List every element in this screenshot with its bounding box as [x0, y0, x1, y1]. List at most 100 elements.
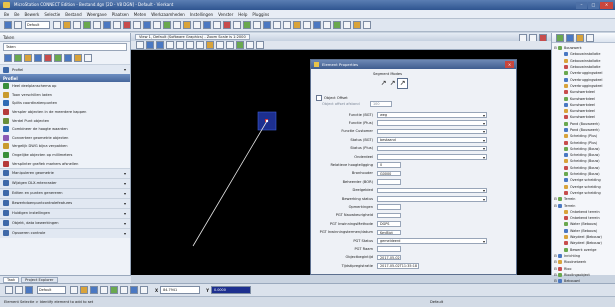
- pattern-icon[interactable]: [233, 21, 241, 29]
- segment-mode-curve-icon[interactable]: ↗: [379, 79, 388, 88]
- tree-tool-icon[interactable]: [566, 33, 574, 42]
- view-attributes-icon[interactable]: [136, 41, 144, 49]
- open-icon[interactable]: [323, 21, 331, 29]
- tool-icon[interactable]: [44, 54, 52, 62]
- rotate-icon[interactable]: [153, 21, 161, 29]
- tool-icon[interactable]: [64, 54, 72, 62]
- field-dropdown[interactable]: [377, 128, 487, 135]
- render-icon[interactable]: [226, 41, 234, 49]
- tool-icon[interactable]: [14, 54, 22, 62]
- segment-mode-box-icon[interactable]: ↗: [397, 78, 408, 89]
- tool-icon[interactable]: [54, 54, 62, 62]
- menu-item[interactable]: Plaatsen: [112, 12, 129, 17]
- model-icon[interactable]: [363, 21, 371, 29]
- close-button[interactable]: ×: [600, 1, 613, 9]
- raster-icon[interactable]: [343, 21, 351, 29]
- task-group[interactable]: Objekt, data bewerkingen ▾: [0, 217, 130, 228]
- tool-icon[interactable]: [110, 286, 118, 294]
- field-dropdown[interactable]: weg: [377, 112, 487, 118]
- menu-item[interactable]: Venster: [218, 12, 233, 17]
- select-icon[interactable]: [4, 21, 12, 29]
- reference-icon[interactable]: [333, 21, 341, 29]
- field-input[interactable]: DGPS: [377, 221, 401, 227]
- menu-item[interactable]: Be: [14, 12, 19, 17]
- bottom-level-select[interactable]: Default: [37, 286, 66, 294]
- fence-icon[interactable]: [183, 21, 191, 29]
- y-coordinate-input[interactable]: 0.0000: [211, 286, 251, 294]
- menu-item[interactable]: Selectie: [44, 12, 60, 17]
- cell-icon[interactable]: [223, 21, 231, 29]
- field-input[interactable]: [377, 212, 401, 219]
- task-item[interactable]: Combineer de hoogte waarden: [0, 125, 130, 134]
- text-icon[interactable]: [203, 21, 211, 29]
- copy-icon[interactable]: [143, 21, 151, 29]
- save-icon[interactable]: [313, 21, 321, 29]
- lock-icon[interactable]: [293, 21, 301, 29]
- field-input[interactable]: G0000: [377, 170, 401, 177]
- tab-project-explorer[interactable]: Project Explorer: [21, 276, 58, 283]
- field-dropdown[interactable]: gemeldeerd: [377, 238, 487, 244]
- linestyle-icon[interactable]: [63, 21, 71, 29]
- task-item[interactable]: Toon verschillen laden: [0, 91, 130, 100]
- task-group[interactable]: Editen en punten genereren ▾: [0, 187, 130, 198]
- nav-forward-icon[interactable]: [15, 286, 23, 294]
- display-style-icon[interactable]: [236, 41, 244, 49]
- tool-icon[interactable]: [70, 286, 78, 294]
- menu-item[interactable]: Weergave: [87, 12, 107, 17]
- level-select[interactable]: Default: [25, 21, 50, 29]
- tree-tool-icon[interactable]: [586, 33, 594, 42]
- level-manager-icon[interactable]: [353, 21, 361, 29]
- snap-icon[interactable]: [243, 21, 251, 29]
- field-dropdown[interactable]: bestaand: [377, 137, 487, 143]
- move-icon[interactable]: [133, 21, 141, 29]
- pointer-icon[interactable]: [14, 21, 22, 29]
- field-input[interactable]: 2017-05-02: [377, 254, 401, 261]
- nav-back-icon[interactable]: [5, 286, 13, 294]
- tool-icon[interactable]: [130, 286, 138, 294]
- tool-icon[interactable]: [90, 286, 98, 294]
- level-icon[interactable]: [25, 286, 33, 294]
- field-input[interactable]: 2017-05-02T11:35:18: [377, 263, 419, 269]
- circle-icon[interactable]: [113, 21, 121, 29]
- tool-icon[interactable]: [84, 54, 92, 62]
- field-dropdown[interactable]: [377, 154, 487, 160]
- task-item[interactable]: Verdel Punt objecten: [0, 116, 130, 125]
- tree-tool-icon[interactable]: [556, 33, 564, 42]
- field-input[interactable]: KeyBlot: [377, 229, 401, 236]
- field-dropdown[interactable]: [377, 187, 487, 194]
- task-group[interactable]: Bewerkdoenpuntcontrolefeatures ▾: [0, 197, 130, 208]
- measure-icon[interactable]: [193, 21, 201, 29]
- view-previous-icon[interactable]: [206, 41, 214, 49]
- field-dropdown[interactable]: [377, 145, 487, 152]
- offset-input[interactable]: 100: [370, 101, 392, 107]
- minimize-button[interactable]: –: [576, 1, 587, 9]
- field-input[interactable]: [377, 179, 401, 185]
- place-shape-icon[interactable]: [93, 21, 101, 29]
- arc-icon[interactable]: [103, 21, 111, 29]
- window-area-icon[interactable]: [166, 41, 174, 49]
- object-offset-checkbox[interactable]: [316, 95, 322, 101]
- menu-item[interactable]: Werkzaamheden: [151, 12, 185, 17]
- tool-icon[interactable]: [100, 286, 108, 294]
- field-input[interactable]: [377, 246, 401, 252]
- field-dropdown[interactable]: [377, 120, 487, 126]
- mirror-icon[interactable]: [173, 21, 181, 29]
- field-input[interactable]: 0: [377, 162, 401, 168]
- clip-volume-icon[interactable]: [256, 41, 264, 49]
- scale-icon[interactable]: [163, 21, 171, 29]
- menu-item[interactable]: Help: [238, 12, 247, 17]
- task-group-profile-nav[interactable]: Profiel ▾: [0, 64, 130, 74]
- menu-item[interactable]: Pluggins: [252, 12, 269, 17]
- weight-icon[interactable]: [73, 21, 81, 29]
- view-tab[interactable]: View 1, Default (Software Graphics) - Zo…: [135, 34, 250, 40]
- view-next-icon[interactable]: [216, 41, 224, 49]
- tool-icon[interactable]: [80, 286, 88, 294]
- tool-icon[interactable]: [74, 54, 82, 62]
- accudraw-icon[interactable]: [263, 21, 271, 29]
- tool-icon[interactable]: [24, 54, 32, 62]
- menu-item[interactable]: Be: [4, 12, 9, 17]
- camera-icon[interactable]: [246, 41, 254, 49]
- fit-view-icon[interactable]: [176, 41, 184, 49]
- zoom-out-icon[interactable]: [156, 41, 164, 49]
- tool-icon[interactable]: [140, 286, 148, 294]
